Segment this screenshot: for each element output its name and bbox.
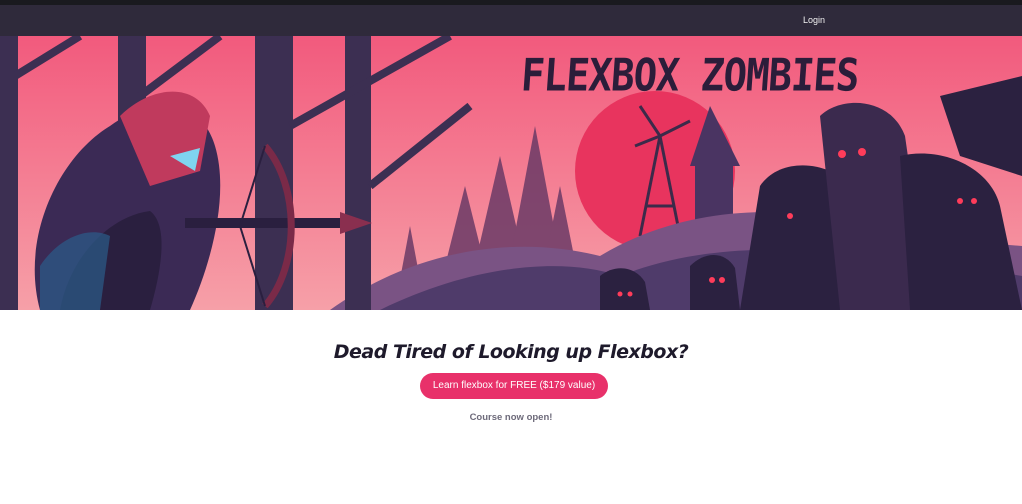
hero-illustration [0,36,1022,310]
main-content: Dead Tired of Looking up Flexbox? Learn … [0,310,1022,504]
page-headline: Dead Tired of Looking up Flexbox? [333,341,689,363]
course-status-text: Course now open! [469,412,553,423]
learn-flexbox-button[interactable]: Learn flexbox for FREE ($179 value) [420,373,608,399]
hero-banner: FLEXBOX ZOMBIES [0,36,1022,310]
login-link[interactable]: Login [803,5,825,36]
top-navbar: Login [0,5,1022,36]
hero-title: FLEXBOX ZOMBIES [519,50,861,102]
